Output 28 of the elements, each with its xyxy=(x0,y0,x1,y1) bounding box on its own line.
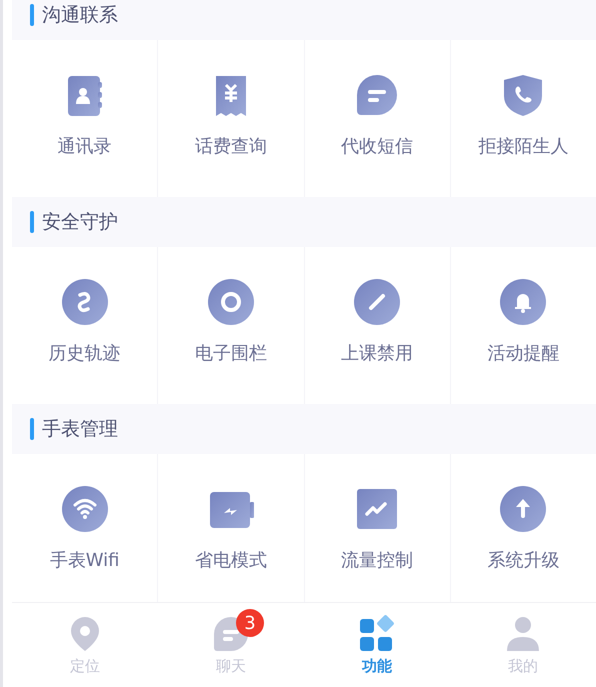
feature-tile[interactable]: 活动提醒 xyxy=(450,247,596,404)
wifi-icon xyxy=(62,486,108,532)
feature-tile[interactable]: 话费查询 xyxy=(158,40,304,197)
slash-icon xyxy=(354,279,400,325)
feature-tile[interactable]: 上课禁用 xyxy=(304,247,450,404)
target-icon xyxy=(208,279,254,325)
feature-tile[interactable]: 手表Wifi xyxy=(12,454,158,602)
unread-badge: 3 xyxy=(236,609,264,637)
tab[interactable]: 功能 xyxy=(304,603,450,687)
tab[interactable]: 3 聊天 xyxy=(158,603,304,687)
feature-tile[interactable]: 省电模式 xyxy=(158,454,304,602)
bell-icon xyxy=(500,279,546,325)
accent-bar xyxy=(30,418,34,440)
squiggle-icon xyxy=(62,279,108,325)
feature-tile[interactable]: 历史轨迹 xyxy=(12,247,158,404)
feature-tile[interactable]: 流量控制 xyxy=(304,454,450,602)
section-title: 手表管理 xyxy=(42,417,118,442)
accent-bar xyxy=(30,4,34,26)
feature-tile[interactable]: 系统升级 xyxy=(450,454,596,602)
section-title: 沟通联系 xyxy=(42,3,118,28)
feature-tile[interactable]: 代收短信 xyxy=(304,40,450,197)
feature-tile[interactable]: 电子围栏 xyxy=(158,247,304,404)
feature-tile[interactable]: 拒接陌生人 xyxy=(450,40,596,197)
feature-tile[interactable]: 通讯录 xyxy=(12,40,158,197)
accent-bar xyxy=(30,211,34,233)
app-grid-icon xyxy=(358,615,396,653)
person-icon xyxy=(504,615,542,653)
section-title: 安全守护 xyxy=(42,210,118,235)
